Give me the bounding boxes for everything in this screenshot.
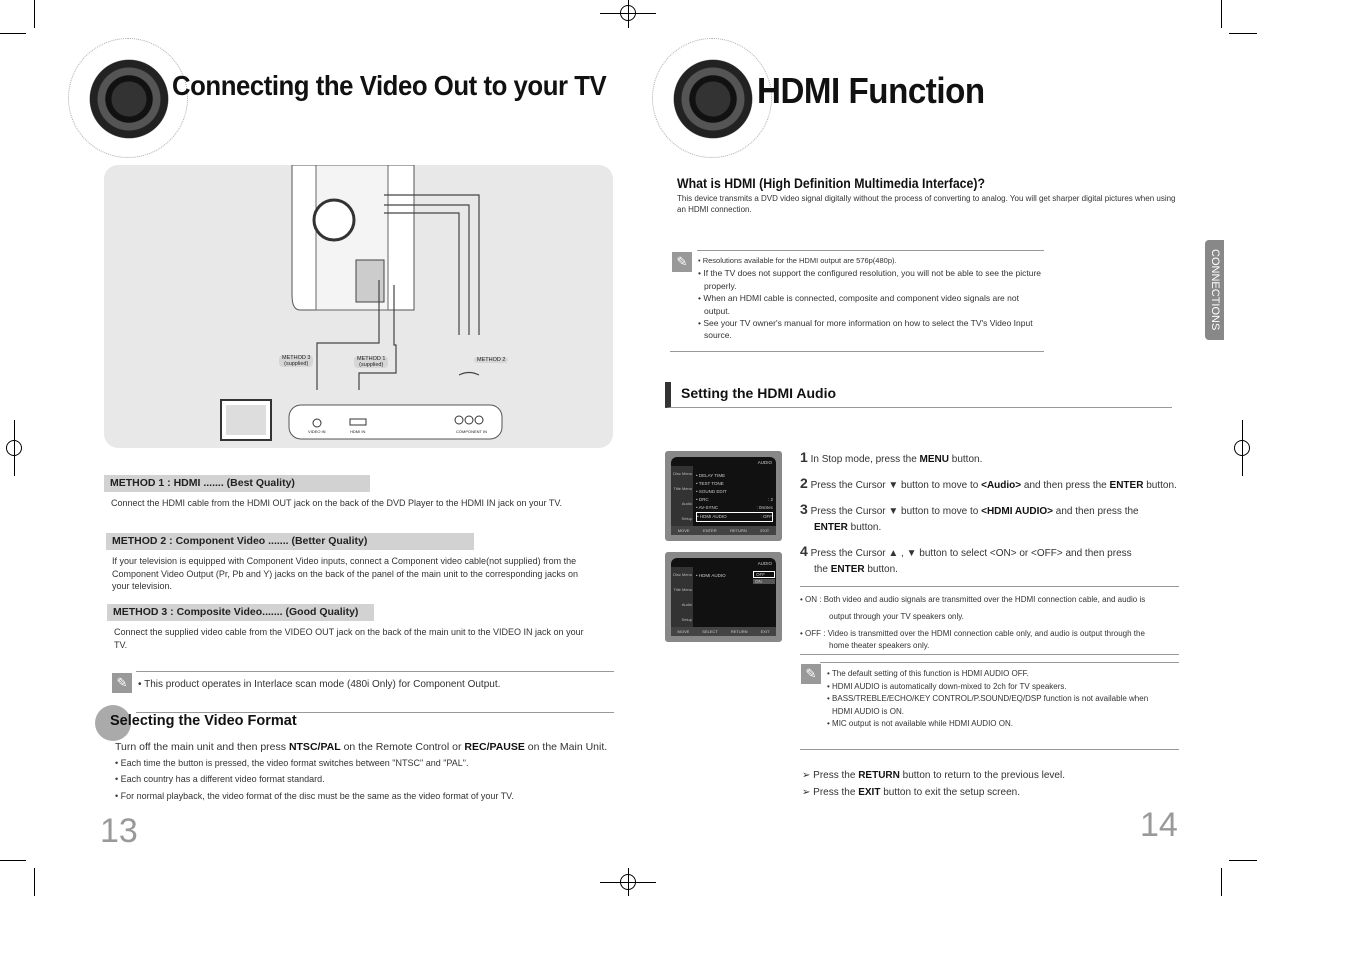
method3-heading: METHOD 3 : Composite Video....... (Good … [107,604,374,621]
speaker-graphic [74,44,184,154]
method2-text: If your television is equipped with Comp… [112,556,578,591]
on-off-explanation: • ON : Both video and audio signals are … [800,595,1146,650]
menu-screen-2: AUDIO Disc Menu Title Menu Audio Setup • HD… [665,552,782,642]
page-number: 13 [100,812,138,850]
step: 2 Press the Cursor ▼ button to move to <… [800,475,1177,491]
note-pencil-icon: ✎ [672,252,692,272]
hdmi-audio-notes: • The default setting of this function i… [827,669,1149,729]
method3-text: Connect the supplied video cable from th… [114,627,584,650]
format-heading: Selecting the Video Format [110,713,297,729]
note-pencil-icon: ✎ [112,673,132,693]
jack-component-label: COMPONENT IN [456,429,488,434]
jack-video-label: VIDEO IN [308,429,326,434]
method1-sub: (supplied) [359,362,384,368]
hdmi-what-text: This device transmits a DVD video signal… [677,194,1176,214]
method2-heading: METHOD 2 : Component Video ....... (Bett… [106,533,474,550]
hdmi-what-heading: What is HDMI (High Definition Multimedia… [677,175,985,191]
hdmi-notes: • Resolutions available for the HDMI out… [698,256,1042,341]
jack-hdmi-label: HDMI IN [350,429,366,434]
page-number: 14 [1140,806,1178,844]
method3-sub: (supplied) [284,361,309,367]
method2-label: METHOD 2 [474,357,509,363]
format-bullet: • Each time the button is pressed, the v… [115,758,469,768]
arrow-tip-icon: ➢ [802,787,811,798]
menu-screen-1: AUDIO Disc Menu Title Menu Audio Setup • DE… [665,451,782,541]
format-intro: Turn off the main unit and then press NT… [115,741,608,753]
connection-diagram: METHOD 3 (supplied) METHOD 1 (supplied) ME… [104,165,613,448]
speaker-graphic [658,44,768,154]
tips: ➢ Press the RETURN button to return to t… [802,770,1065,798]
method1-text: Connect the HDMI cable from the HDMI OUT… [111,498,563,508]
step: 3 Press the Cursor ▼ button to move to <… [800,501,1139,533]
step: 1 In Stop mode, press the MENU button. [800,449,983,465]
format-bullet: • Each country has a different video for… [115,774,325,784]
method1-heading: METHOD 1 : HDMI ....... (Best Quality) [104,475,370,492]
side-tab-connections: CONNECTIONS [1205,240,1224,340]
step: 4 Press the Cursor ▲ , ▼ button to selec… [800,543,1132,575]
arrow-tip-icon: ➢ [802,770,811,781]
interlace-note: • This product operates in Interlace sca… [138,679,501,690]
note-pencil-icon: ✎ [801,664,821,684]
hdmi-audio-heading: Setting the HDMI Audio [665,382,1172,408]
page-title: Connecting the Video Out to your TV [172,70,607,101]
steps-list: 1 In Stop mode, press the MENU button. 2… [800,449,1180,578]
page-title: HDMI Function [757,70,985,111]
format-bullet: • For normal playback, the video format … [115,791,514,801]
